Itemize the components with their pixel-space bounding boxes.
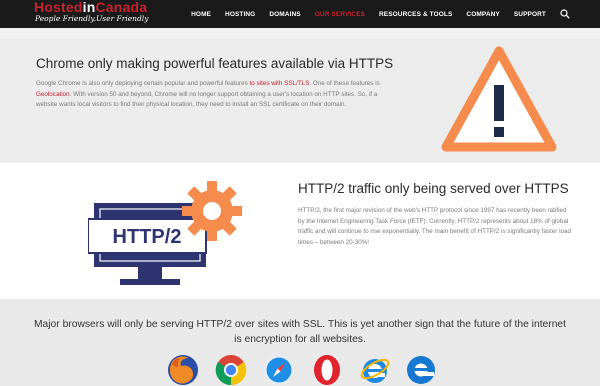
firefox-icon: [168, 355, 198, 385]
warning-icon: [441, 46, 557, 152]
safari-icon: [264, 355, 294, 385]
opera-icon: [314, 355, 340, 385]
nav-item-our-services[interactable]: OUR SERVICES: [315, 11, 365, 18]
site-logo[interactable]: HostedinCanada: [34, 0, 147, 15]
chrome-icon: [215, 355, 247, 386]
search-icon[interactable]: [560, 9, 570, 19]
monitor-gear-icon: HTTP/2: [88, 181, 242, 285]
ssl-tls-link[interactable]: to sites with SSL/TLS: [250, 80, 310, 87]
browsers-section-text: Major browsers will only be serving HTTP…: [33, 319, 567, 345]
chrome-section-title: Chrome only making powerful features ava…: [36, 56, 394, 71]
edge-icon: [407, 356, 435, 384]
nav-item-home[interactable]: HOME: [191, 11, 211, 18]
gear-icon: [182, 181, 242, 241]
main-menu: HOME HOSTING DOMAINS OUR SERVICES RESOUR…: [177, 0, 570, 28]
geolocation-link[interactable]: Geolocation: [36, 91, 70, 98]
nav-item-company[interactable]: COMPANY: [466, 11, 499, 18]
http2-section-body: HTTP/2, the first major revision of the …: [298, 207, 572, 246]
http2-section-title: HTTP/2 traffic only being served over HT…: [298, 181, 569, 196]
nav-item-domains[interactable]: DOMAINS: [269, 11, 300, 18]
chrome-section-body: Google Chrome is also only deploying cer…: [36, 80, 380, 108]
top-navigation-bar: HostedinCanada People Friendly.User Frie…: [0, 0, 600, 28]
browser-icons-row: [167, 352, 437, 386]
http2-illustration-label: HTTP/2: [113, 226, 182, 248]
nav-item-support[interactable]: SUPPORT: [514, 11, 546, 18]
nav-item-hosting[interactable]: HOSTING: [225, 11, 255, 18]
internet-explorer-icon: [360, 358, 390, 383]
logo-tagline: People Friendly.User Friendly: [35, 14, 149, 23]
nav-item-resources-tools[interactable]: RESOURCES & TOOLS: [379, 11, 452, 18]
